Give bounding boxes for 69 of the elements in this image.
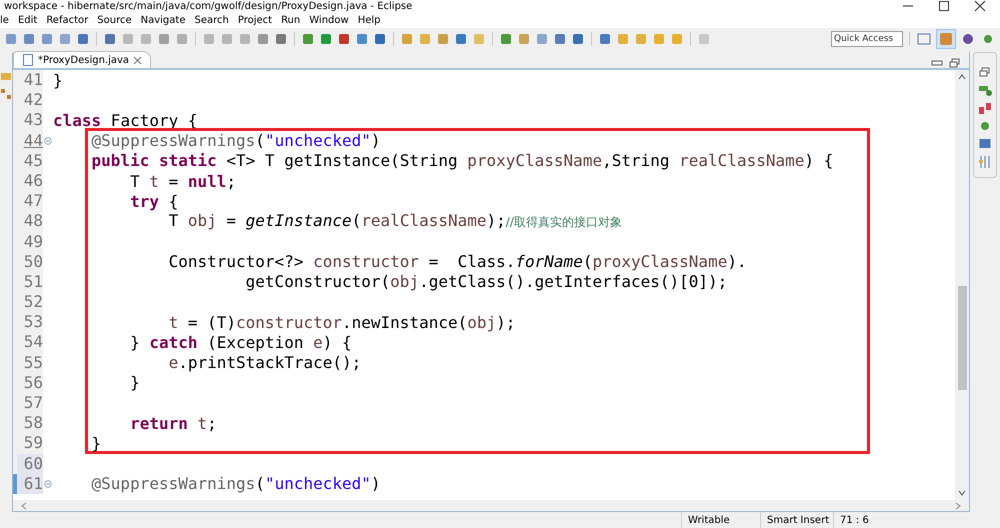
- maximize-icon[interactable]: [938, 0, 950, 12]
- line-number: 43: [17, 110, 43, 131]
- vertical-scrollbar[interactable]: [955, 70, 969, 500]
- line-number: 41: [17, 70, 43, 90]
- caret-up-icon[interactable]: [958, 74, 966, 80]
- code-line: t = (T)constructor.newInstance(obj);: [168, 312, 516, 332]
- menu-item[interactable]: Source: [97, 14, 132, 26]
- menu-item[interactable]: Help: [358, 14, 380, 26]
- grid-icon[interactable]: [0, 88, 12, 100]
- status-field: 71 : 6: [833, 512, 910, 528]
- code-line: class Factory {: [53, 110, 198, 130]
- code-line: }: [53, 70, 63, 90]
- line-number: 51: [17, 272, 43, 292]
- code-line: }: [90, 434, 102, 453]
- outline-icon[interactable]: [978, 83, 992, 97]
- menu-item[interactable]: Project: [238, 14, 272, 26]
- code-line: e.printStackTrace();: [168, 353, 362, 372]
- code-line: } catch (Exception e) {: [129, 333, 352, 352]
- line-number: 42: [17, 90, 43, 110]
- scroll-thumb[interactable]: [958, 286, 966, 390]
- java-file-icon: [22, 54, 34, 66]
- line-number: 45: [17, 150, 43, 171]
- code-line: @SuppressWarnings("unchecked"): [90, 474, 381, 494]
- restore-icon[interactable]: [979, 67, 991, 79]
- collapse-icon[interactable]: [44, 480, 52, 488]
- line-number: 44: [17, 130, 43, 151]
- window-title: workspace - hibernate/src/main/java/com/gwolf/design/ProxyDesign.java - Eclipse: [4, 0, 412, 12]
- sliders-icon[interactable]: [978, 155, 992, 169]
- code-line: return t;: [129, 414, 217, 433]
- line-number: 56: [17, 372, 43, 393]
- code-line: T obj = getInstance(realClassName);//取得真实的接口对象: [168, 211, 622, 232]
- line-number: 55: [17, 352, 43, 373]
- collapse-icon[interactable]: [44, 136, 52, 145]
- line-number: 50: [17, 252, 43, 272]
- line-number: 54: [17, 332, 43, 353]
- menu-item[interactable]: Search: [194, 14, 229, 26]
- menu-item[interactable]: Navigate: [140, 14, 186, 26]
- line-number: 46: [17, 170, 43, 192]
- restore-icon[interactable]: [949, 58, 961, 68]
- code-line: try {: [129, 192, 178, 211]
- editor-tab[interactable]: *ProxyDesign.java: [13, 51, 152, 68]
- code-line: public static <T> T getInstance(String proxyClassName,String realClassName) {: [90, 151, 834, 170]
- code-line: @SuppressWarnings("unchecked"): [90, 131, 381, 150]
- line-number: 58: [17, 413, 43, 434]
- caret-left-icon[interactable]: [21, 502, 27, 510]
- line-number: 60: [17, 454, 43, 474]
- status-field: Smart Insert: [760, 512, 833, 528]
- menu-item[interactable]: Refactor: [46, 14, 88, 26]
- menu-item[interactable]: le: [0, 14, 9, 26]
- line-number: 52: [17, 292, 43, 312]
- code-line: T t = null;: [129, 172, 236, 191]
- line-number: 49: [17, 232, 43, 252]
- code-line: }: [129, 373, 140, 392]
- status-field: Writable: [681, 512, 760, 528]
- line-number: 53: [17, 312, 43, 332]
- code-line: Constructor<?> constructor = Class.forName(proxyClassName).: [168, 252, 747, 272]
- line-number: 47: [17, 191, 43, 212]
- close-icon[interactable]: [974, 0, 986, 12]
- code-line: getConstructor(obj.getClass().getInterfaces()[0]);: [244, 272, 728, 292]
- caret-right-icon[interactable]: [955, 502, 961, 510]
- line-number: 48: [17, 211, 43, 232]
- line-number: 61: [17, 474, 43, 494]
- menu-item[interactable]: Run: [281, 14, 300, 26]
- line-number: 59: [17, 433, 43, 454]
- caret-down-icon[interactable]: [958, 490, 966, 496]
- quick-access-field[interactable]: Quick Access: [831, 31, 903, 47]
- menu-item[interactable]: Window: [309, 14, 349, 26]
- menu-item[interactable]: Edit: [18, 14, 38, 26]
- line-number: 57: [17, 393, 43, 414]
